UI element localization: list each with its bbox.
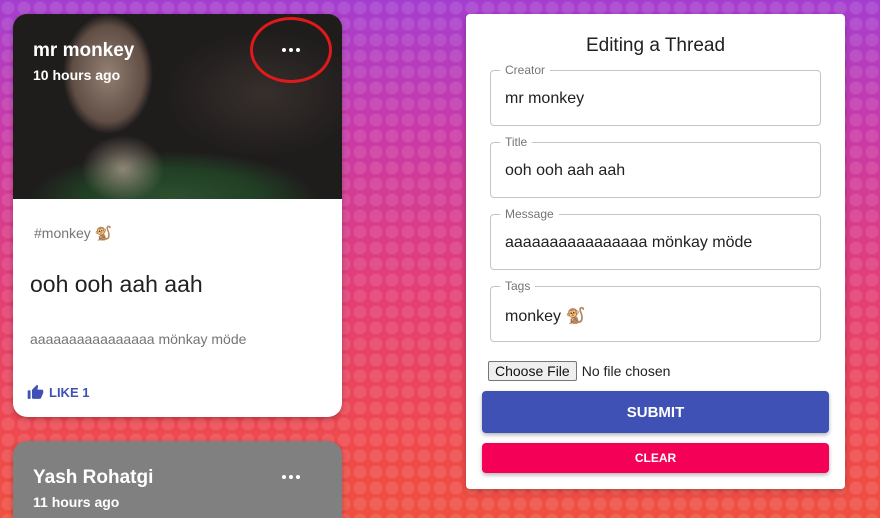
- more-options-icon[interactable]: [276, 465, 306, 489]
- message-value: aaaaaaaaaaaaaaaa mönkay möde: [505, 234, 753, 251]
- clear-button[interactable]: CLEAR: [482, 443, 829, 473]
- title-field[interactable]: Title ooh ooh aah aah: [490, 135, 821, 198]
- post-message: aaaaaaaaaaaaaaaa mönkay möde: [30, 331, 247, 347]
- post-author: Yash Rohatgi: [33, 467, 154, 488]
- message-label: Message: [500, 207, 559, 221]
- post-timestamp: 11 hours ago: [33, 494, 120, 510]
- message-field[interactable]: Message aaaaaaaaaaaaaaaa mönkay möde: [490, 207, 821, 270]
- creator-label: Creator: [500, 63, 551, 77]
- file-input: Choose File No file chosen: [488, 361, 670, 381]
- tags-field[interactable]: Tags monkey 🐒: [490, 279, 821, 342]
- choose-file-button[interactable]: Choose File: [488, 361, 577, 381]
- highlight-circle-annotation: [250, 17, 332, 83]
- tags-value: monkey 🐒: [505, 308, 586, 325]
- thumb-up-icon: [27, 384, 44, 399]
- post-card: Yash Rohatgi 11 hours ago: [13, 441, 342, 518]
- post-author: mr monkey: [33, 40, 135, 61]
- edit-thread-form: Editing a Thread Creator mr monkey Title…: [466, 14, 845, 489]
- tags-label: Tags: [500, 279, 536, 293]
- file-status: No file chosen: [581, 363, 671, 379]
- title-label: Title: [500, 135, 533, 149]
- form-heading: Editing a Thread: [585, 35, 726, 56]
- post-title: ooh ooh aah aah: [30, 271, 203, 297]
- creator-value: mr monkey: [505, 90, 585, 107]
- post-card: mr monkey 10 hours ago #monkey 🐒 ooh ooh…: [13, 14, 342, 417]
- like-label: LIKE 1: [49, 385, 90, 400]
- submit-button[interactable]: SUBMIT: [482, 391, 829, 433]
- title-value: ooh ooh aah aah: [505, 162, 626, 179]
- creator-field[interactable]: Creator mr monkey: [490, 63, 821, 126]
- like-button[interactable]: LIKE 1: [27, 384, 89, 401]
- post-tags: #monkey 🐒: [34, 225, 113, 241]
- post-timestamp: 10 hours ago: [33, 67, 121, 83]
